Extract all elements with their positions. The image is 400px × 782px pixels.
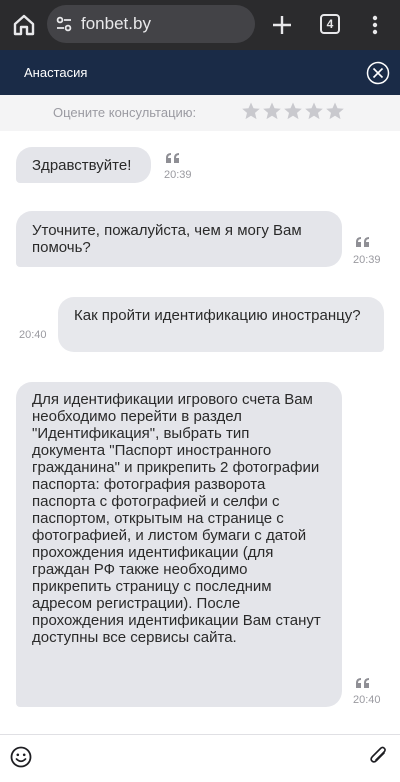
rating-label: Оцените консультацию: xyxy=(53,105,197,120)
message-bubble: Для идентификации игрового счета Вам нео… xyxy=(16,382,342,707)
rating-stars xyxy=(241,101,345,121)
message-text: Для идентификации игрового счета Вам нео… xyxy=(32,391,321,646)
new-tab-icon[interactable] xyxy=(268,11,296,39)
close-icon[interactable] xyxy=(366,61,390,85)
url-text[interactable]: fonbet.by xyxy=(81,14,151,34)
quote-icon xyxy=(356,678,369,688)
message-text: Уточните, пожалуйста, чем я могу Вам пом… xyxy=(32,222,302,256)
message-bubble: Здравствуйте! xyxy=(16,147,151,183)
message-input-bar[interactable] xyxy=(0,734,400,782)
star-icon[interactable] xyxy=(283,101,303,121)
star-icon[interactable] xyxy=(325,101,345,121)
message-text: Здравствуйте! xyxy=(32,156,132,174)
chat-header: Анастасия xyxy=(0,50,400,95)
star-icon[interactable] xyxy=(262,101,282,121)
attach-icon[interactable] xyxy=(367,744,389,768)
home-icon[interactable] xyxy=(10,11,38,39)
message-time: 20:40 xyxy=(19,329,47,341)
star-icon[interactable] xyxy=(241,101,261,121)
message-bubble: Как пройти идентификацию иностранцу? xyxy=(58,297,384,352)
star-icon[interactable] xyxy=(304,101,324,121)
message-time: 20:39 xyxy=(164,169,192,181)
quote-icon xyxy=(356,237,369,247)
address-bar[interactable]: fonbet.by xyxy=(47,5,255,43)
site-settings-icon[interactable] xyxy=(55,15,73,33)
message-time: 20:39 xyxy=(353,254,381,266)
message-time: 20:40 xyxy=(353,694,381,706)
agent-name: Анастасия xyxy=(24,65,88,80)
message-text: Как пройти идентификацию иностранцу? xyxy=(74,307,361,324)
tab-switcher-button[interactable]: 4 xyxy=(320,14,340,34)
emoji-icon[interactable] xyxy=(10,746,32,768)
message-bubble: Уточните, пожалуйста, чем я могу Вам пом… xyxy=(16,211,342,267)
quote-icon xyxy=(166,153,179,163)
overflow-menu-icon[interactable] xyxy=(368,11,382,39)
